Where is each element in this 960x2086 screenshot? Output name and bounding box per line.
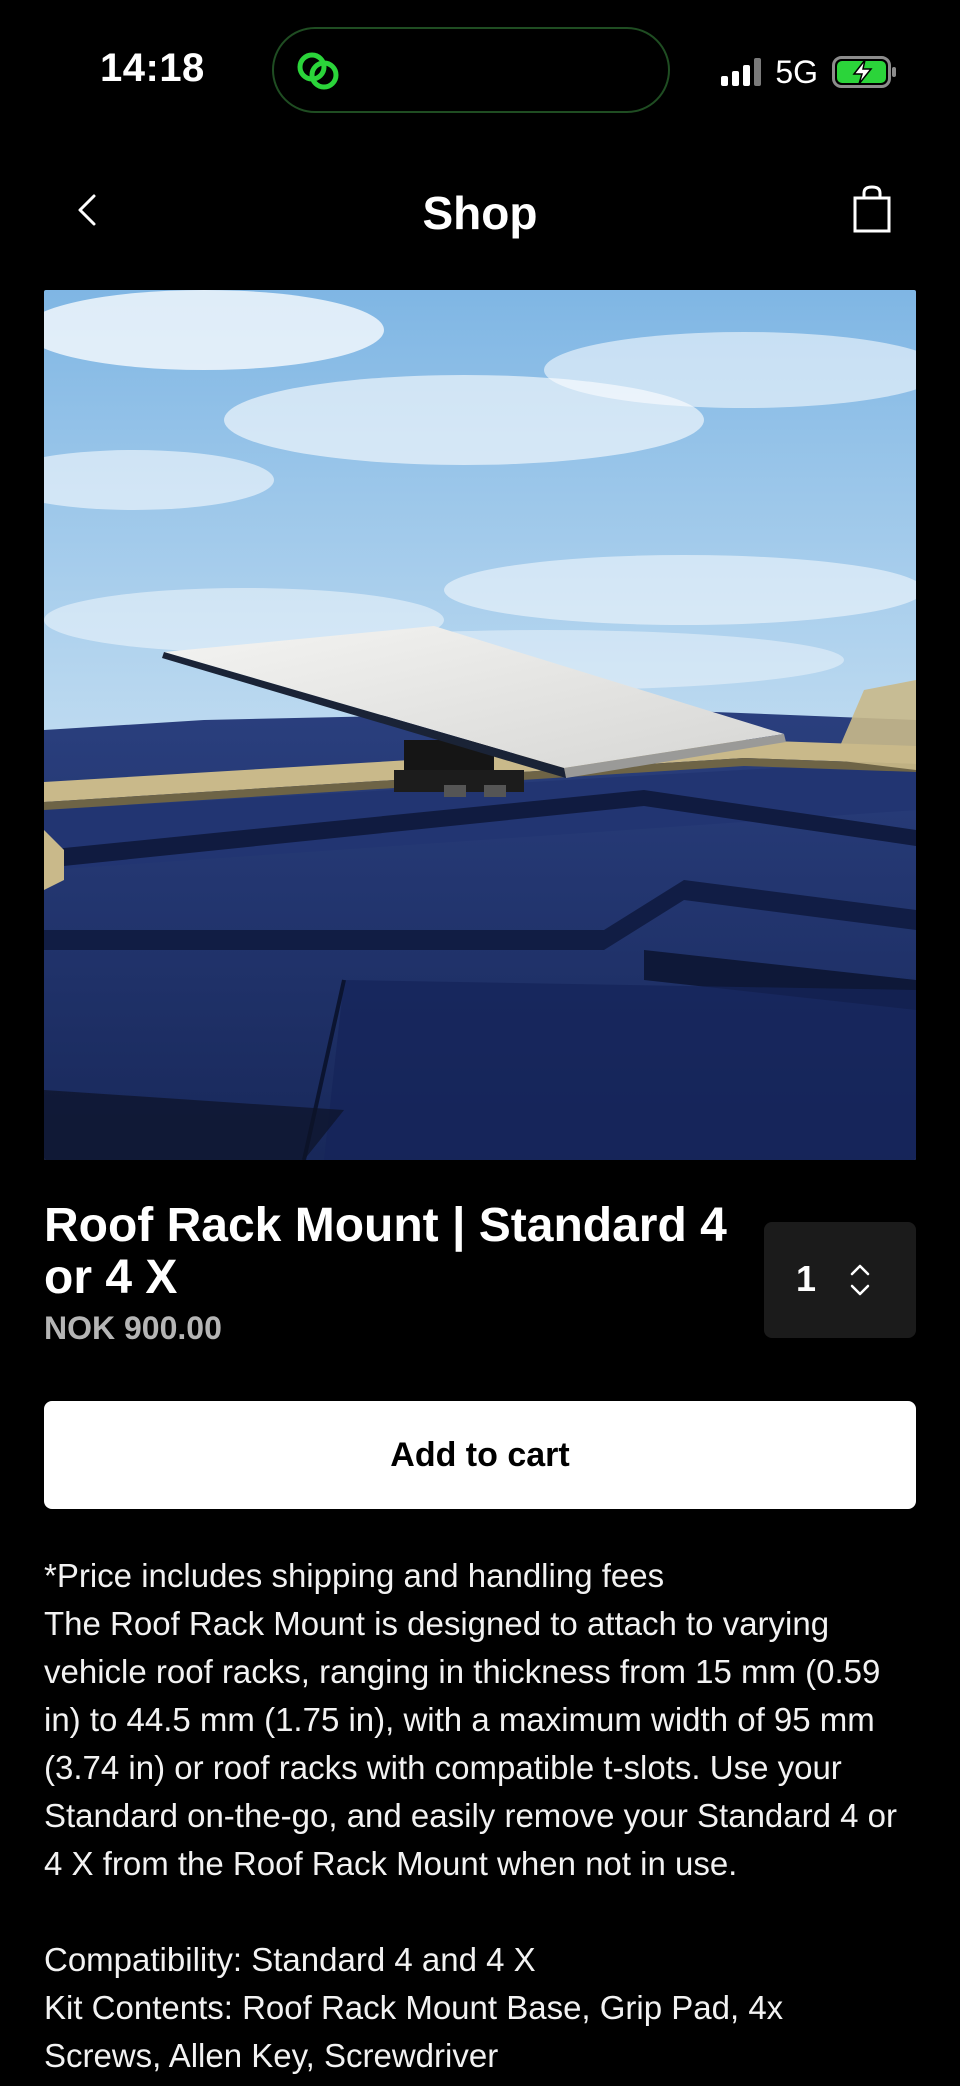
- status-indicators: 5G: [721, 52, 898, 92]
- chat-bubbles-icon: [297, 52, 339, 90]
- description-text: The Roof Rack Mount is designed to attac…: [44, 1605, 898, 1882]
- product-image[interactable]: [44, 290, 916, 1160]
- shop-product-screen: 14:18 5G Shop Roof Rack Mount | Standard…: [0, 0, 960, 2086]
- dynamic-island[interactable]: [272, 27, 670, 113]
- nav-header: Shop: [0, 170, 960, 250]
- status-time: 14:18: [100, 46, 205, 90]
- stepper-arrows-icon[interactable]: [846, 1260, 874, 1300]
- battery-charging-icon: [832, 56, 896, 88]
- quantity-stepper[interactable]: 1: [764, 1222, 916, 1338]
- kit-contents-text: Kit Contents: Roof Rack Mount Base, Grip…: [44, 1989, 784, 2074]
- compatibility-text: Compatibility: Standard 4 and 4 X: [44, 1941, 536, 1978]
- shopping-bag-icon[interactable]: [852, 184, 892, 234]
- product-title: Roof Rack Mount | Standard 4 or 4 X: [44, 1199, 727, 1304]
- network-type: 5G: [775, 53, 818, 90]
- price-note: *Price includes shipping and handling fe…: [44, 1557, 665, 1594]
- add-to-cart-button[interactable]: Add to cart: [44, 1401, 916, 1509]
- quantity-value: 1: [796, 1258, 817, 1299]
- status-bar: 14:18 5G: [0, 0, 960, 140]
- signal-icon: [721, 58, 762, 86]
- page-title: Shop: [422, 187, 538, 239]
- product-description: *Price includes shipping and handling fe…: [44, 1552, 924, 2080]
- product-price: NOK 900.00: [44, 1310, 222, 1346]
